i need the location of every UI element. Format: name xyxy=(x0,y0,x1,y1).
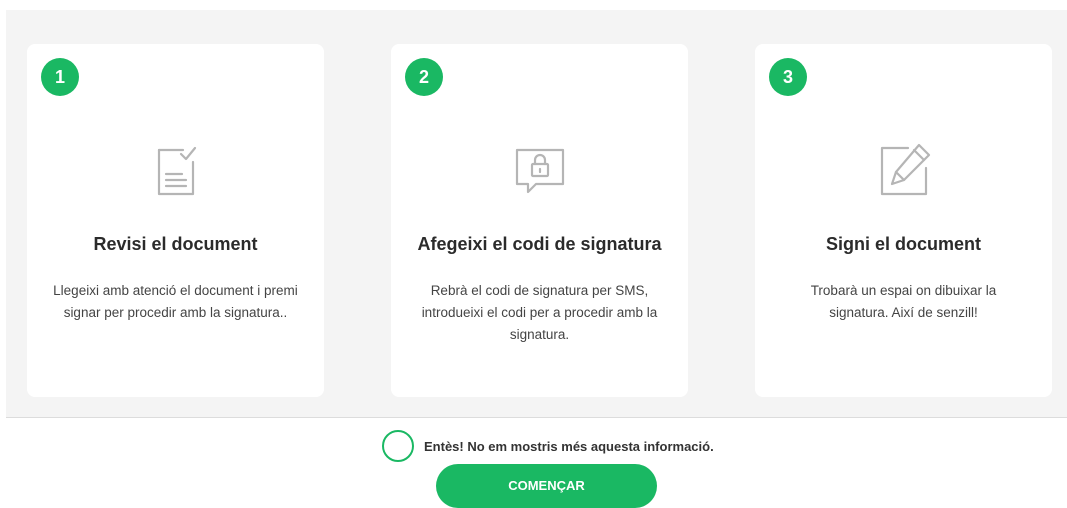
step-card-sign: 3 Signi el document Trobarà un espai on … xyxy=(755,44,1052,397)
step-number-badge: 1 xyxy=(41,58,79,96)
step-card-review: 1 Revisi el document Llegeixi amb atenci… xyxy=(27,44,324,397)
dont-show-again-radio[interactable] xyxy=(382,430,414,462)
dont-show-again-option[interactable]: Entès! No em mostris més aquesta informa… xyxy=(382,429,714,463)
step-title: Revisi el document xyxy=(93,234,258,254)
step-number-badge: 2 xyxy=(405,58,443,96)
step-number-badge: 3 xyxy=(769,58,807,96)
step-description: Llegeixi amb atenció el document i premi… xyxy=(53,283,298,320)
dont-show-again-label: Entès! No em mostris més aquesta informa… xyxy=(424,438,714,454)
message-lock-icon xyxy=(510,140,570,200)
step-title: Afegeixi el codi de signatura xyxy=(417,234,662,254)
step-description: Trobarà un espai on dibuixar la signatur… xyxy=(810,283,997,320)
step-description: Rebrà el codi de signatura per SMS, intr… xyxy=(421,283,658,342)
edit-pencil-icon xyxy=(874,140,934,200)
step-card-signature-code: 2 Afegeixi el codi de signatura Rebrà el… xyxy=(391,44,688,397)
document-check-icon xyxy=(146,140,206,200)
steps-panel: 1 Revisi el document Llegeixi amb atenci… xyxy=(6,10,1067,418)
step-title: Signi el document xyxy=(825,234,981,254)
start-button[interactable]: COMENÇAR xyxy=(436,464,657,508)
